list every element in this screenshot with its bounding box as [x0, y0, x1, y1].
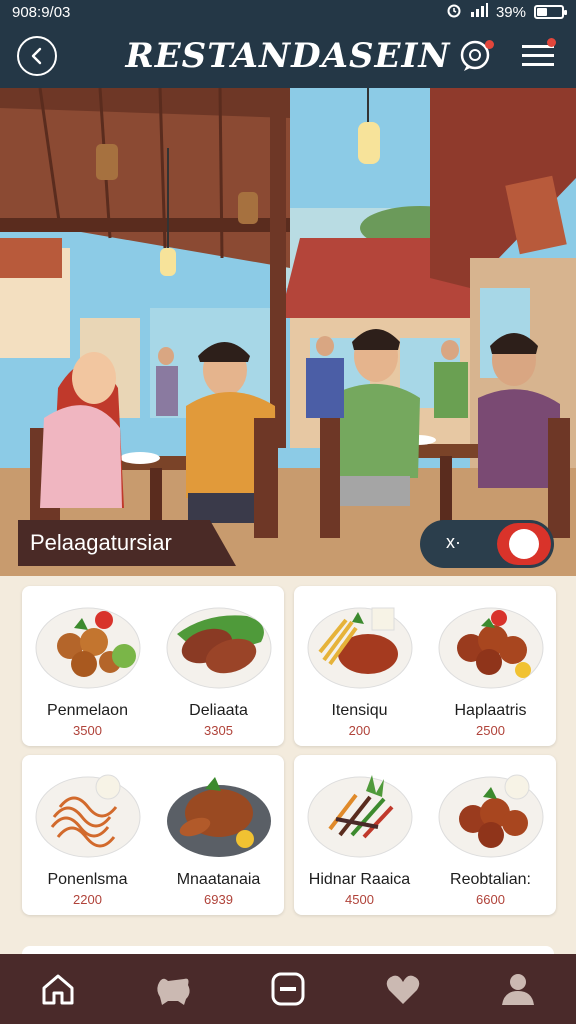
beef-fries-plate-icon — [307, 607, 413, 689]
dish-name: Ponenlsma — [47, 871, 128, 888]
dish-name: Mnaatanaia — [176, 871, 261, 888]
menu-badge — [547, 38, 556, 47]
dish-name: Haplaatris — [454, 702, 527, 719]
nav-home[interactable] — [0, 954, 115, 1024]
home-icon — [42, 974, 74, 1005]
dish-price: 200 — [348, 723, 371, 738]
chat-button[interactable] — [456, 36, 496, 76]
glazed-chicken-plate-icon — [438, 774, 544, 858]
dish-name: Hidnar Raaica — [308, 871, 411, 888]
menu-card[interactable]: Ponenlsma 2200 Mnaatanaia 6939 — [22, 755, 284, 915]
meatball-plate-icon — [35, 607, 141, 689]
menu-item[interactable]: Reobtalian: 6600 — [425, 755, 556, 915]
app-title: RESTANDASEIN — [125, 36, 451, 76]
bottom-nav — [0, 954, 576, 1024]
toggle-label: x· — [446, 532, 461, 552]
battery-level — [537, 8, 548, 16]
grilled-fish-plate-icon — [166, 607, 272, 689]
dish-name: Deliaata — [189, 702, 248, 719]
back-button[interactable] — [17, 36, 57, 76]
dish-price: 2200 — [73, 892, 102, 907]
chat-badge — [485, 40, 494, 49]
restaurant-illustration — [0, 88, 576, 576]
nav-center[interactable] — [230, 954, 345, 1024]
menu-item[interactable]: Penmelaon 3500 — [22, 586, 153, 746]
menu-item[interactable]: Itensiqu 200 — [294, 586, 425, 746]
battery-icon — [534, 5, 567, 19]
knob-icon — [509, 529, 539, 559]
dish-price: 3500 — [73, 723, 102, 738]
dish-price: 3305 — [204, 723, 233, 738]
dish-name: Itensiqu — [331, 702, 388, 719]
hero-caption: Pelaagatursiar — [18, 520, 236, 566]
pet-icon — [157, 978, 190, 1005]
menu-item[interactable]: Deliaata 3305 — [153, 586, 284, 746]
minus-box-icon — [271, 972, 305, 1006]
menu-item[interactable]: Ponenlsma 2200 — [22, 755, 153, 915]
dish-price: 6600 — [476, 892, 505, 907]
dish-name: Penmelaon — [47, 702, 128, 719]
status-icons: 39% — [446, 2, 567, 22]
status-bar: 908:9/03 39% — [0, 0, 576, 24]
fried-chicken-plate-icon — [438, 607, 544, 689]
dish-name: Reobtalian: — [450, 871, 531, 888]
noodle-plate-icon — [35, 774, 141, 858]
dish-price: 2500 — [476, 723, 505, 738]
app-header: RESTANDASEIN — [0, 24, 576, 88]
roast-chicken-plate-icon — [167, 777, 271, 857]
menu-item[interactable]: Haplaatris 2500 — [425, 586, 556, 746]
dish-price: 4500 — [345, 892, 374, 907]
signal-icon — [470, 3, 488, 21]
alarm-icon — [446, 2, 462, 22]
battery-percent: 39% — [495, 3, 526, 21]
menu-button[interactable] — [516, 36, 560, 76]
stir-fry-plate-icon — [307, 775, 413, 858]
status-time: 908:9/03 — [12, 3, 71, 21]
menu-card[interactable]: Penmelaon 3500 Deliaata 3305 — [22, 586, 284, 746]
toggle-knob[interactable] — [497, 523, 551, 565]
nav-favorites[interactable] — [346, 954, 461, 1024]
hero-toggle[interactable]: x· — [420, 520, 554, 568]
nav-pets[interactable] — [115, 954, 230, 1024]
menu-card[interactable]: Itensiqu 200 Haplaatris 2500 — [294, 586, 556, 746]
heart-icon — [386, 975, 420, 1004]
menu-item[interactable]: Hidnar Raaica 4500 — [294, 755, 425, 915]
dish-price: 6939 — [204, 892, 233, 907]
menu-card[interactable]: Hidnar Raaica 4500 Reobtalian: 6600 — [294, 755, 556, 915]
menu-item[interactable]: Mnaatanaia 6939 — [153, 755, 284, 915]
nav-profile[interactable] — [461, 954, 576, 1024]
restaurant-hero-banner: Pelaagatursiar x· — [0, 88, 576, 576]
chevron-left-icon — [31, 47, 42, 65]
profile-icon — [502, 974, 535, 1005]
